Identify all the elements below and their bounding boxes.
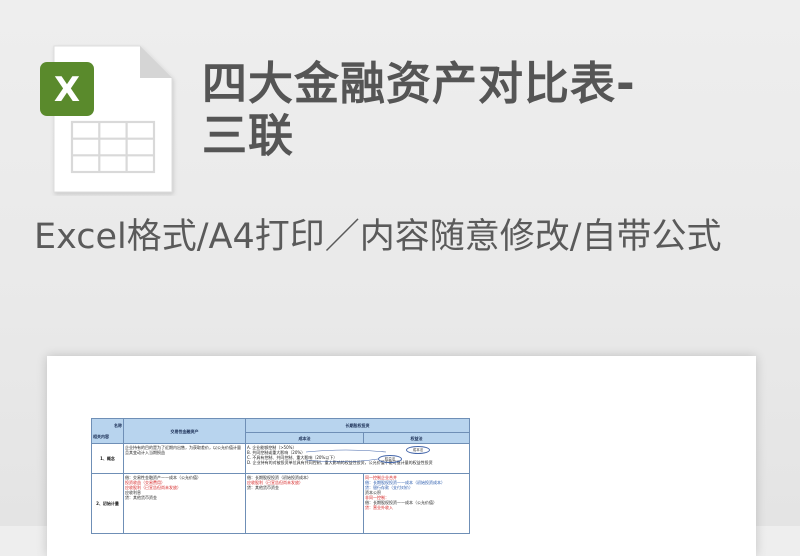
- subtitle: Excel格式/A4打印／内容随意修改/自带公式: [34, 217, 722, 257]
- svg-text:X: X: [54, 70, 80, 110]
- header-longterm: 长期股权投资: [245, 418, 470, 433]
- corner-cell: 名称 相关内容: [91, 418, 124, 444]
- header-trading: 交易性金融资产: [123, 418, 246, 444]
- row-label-initial: 2、初始计量: [91, 473, 124, 534]
- row-label-concept: 1、概念: [91, 443, 124, 474]
- comparison-table: 名称 相关内容 交易性金融资产 长期股权投资 成本法 权益法 1、概念 企业持有…: [91, 418, 470, 534]
- cell-concept-trading: 企业持有的目的是为了近期内出售，为获取差价，以公允价值计量且其变动计入当期损益: [123, 443, 246, 474]
- trading-line-5: 贷：其他货币资金: [125, 495, 157, 500]
- header-cost: 成本法: [245, 432, 364, 444]
- corner-bottom-label: 相关内容: [93, 434, 109, 439]
- title-line-1: 四大金融资产对比表-: [202, 57, 636, 110]
- page-title: 四大金融资产对比表- 三联: [202, 58, 762, 162]
- title-line-2: 三联: [202, 109, 295, 162]
- cell-initial-equity: 同一控制企业合并 借：长期股权投资——成本（初始投资成本） 贷：银行存款（支付对…: [363, 473, 470, 534]
- corner-top-label: 名称: [114, 423, 122, 428]
- excel-file-icon: X: [40, 45, 173, 193]
- cell-concept-longterm: A. 企业能够控制（>50%） B. 共同控制或重大影响（20%） C. 不具有…: [245, 443, 470, 474]
- concept-arrows: [306, 449, 387, 463]
- equity-line-7: 贷：营业外收入: [365, 505, 393, 510]
- spreadsheet-preview: 名称 相关内容 交易性金融资产 长期股权投资 成本法 权益法 1、概念 企业持有…: [47, 356, 756, 556]
- cell-initial-trading: 借：交易性金融资产——成本（公允价值） 投资收益（交易费用） 应收股利（已宣告但…: [123, 473, 246, 534]
- cost-line-3: 贷：其他货币资金: [247, 485, 279, 490]
- cell-initial-cost: 借：长期股权投资（初始投资成本） 应收股利（已宣告但尚未发放） 贷：其他货币资金: [245, 473, 364, 534]
- header-equity: 权益法: [363, 432, 470, 444]
